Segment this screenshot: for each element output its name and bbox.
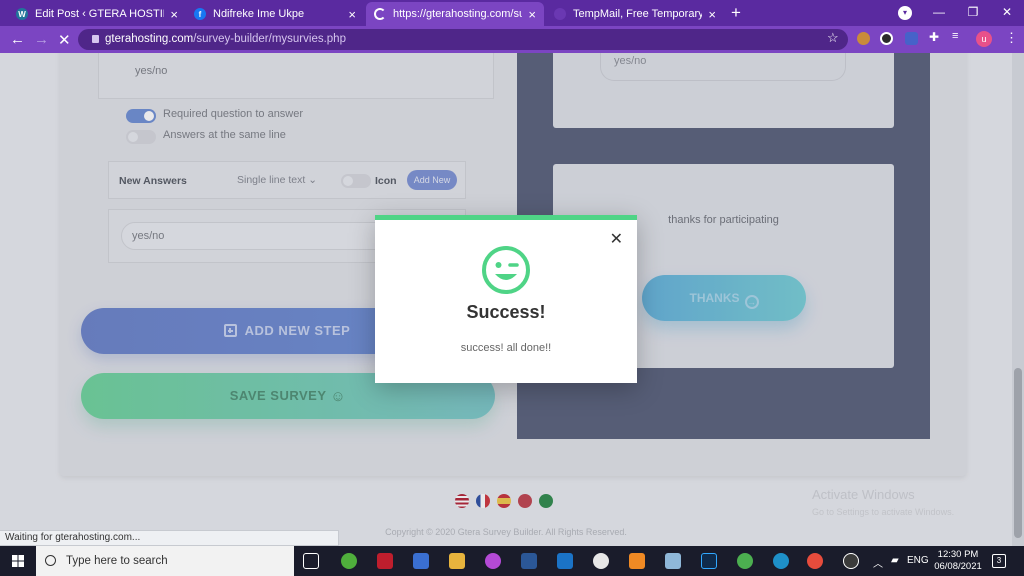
clock[interactable]: 12:30 PM 06/08/2021 [930, 549, 986, 573]
toolbar: ← → ✕ gterahosting.com/survey-builder/my… [0, 26, 1024, 53]
tab-title: Ndifreke Ime Ukpe [213, 8, 305, 20]
loading-icon [374, 8, 386, 20]
notification-center-icon[interactable]: 3 [992, 554, 1006, 568]
clock-date: 06/08/2021 [934, 561, 982, 572]
tempmail-icon [554, 8, 566, 20]
modal-title: Success! [466, 302, 546, 322]
tab-title: Edit Post ‹ GTERA HOSTING — W [35, 8, 164, 20]
app-disc-icon[interactable] [593, 553, 609, 569]
mail-icon[interactable] [557, 553, 573, 569]
close-window-button[interactable]: ✕ [990, 0, 1024, 26]
close-icon[interactable]: × [170, 7, 178, 22]
profile-avatar[interactable]: u [976, 31, 992, 47]
window-controls: — ❐ ✕ [922, 0, 1024, 26]
wordpress-icon: W [16, 8, 28, 20]
chrome-icon[interactable] [737, 553, 753, 569]
minimize-button[interactable]: — [922, 0, 956, 26]
tab-title: https://gterahosting.com/survey [393, 8, 523, 20]
tab-facebook[interactable]: f Ndifreke Ime Ukpe × [186, 2, 364, 26]
tab-title: TempMail, Free Temporary Mail A [573, 8, 703, 20]
tab-tempmail[interactable]: TempMail, Free Temporary Mail A × [546, 2, 724, 26]
app-drop-icon[interactable] [485, 553, 501, 569]
bookmark-star-icon[interactable]: ☆ [827, 30, 839, 46]
lock-icon [92, 35, 99, 43]
page-scrollbar[interactable] [1012, 53, 1024, 546]
facebook-icon: f [194, 8, 206, 20]
taskbar-search[interactable]: Type here to search [36, 546, 294, 576]
scrollbar-thumb[interactable] [1014, 368, 1022, 538]
task-view-icon[interactable] [303, 553, 319, 569]
word-icon[interactable] [521, 553, 537, 569]
restore-button[interactable]: ❐ [956, 0, 990, 26]
chrome-profile-icon[interactable] [807, 553, 823, 569]
modal-message: success! all done!! [460, 342, 552, 354]
back-button[interactable]: ← [10, 31, 25, 48]
extensions-puzzle-icon[interactable]: ✚ [929, 30, 942, 44]
app-green-icon[interactable] [341, 553, 357, 569]
store-icon[interactable] [413, 553, 429, 569]
vlc-icon[interactable] [629, 553, 645, 569]
stop-button[interactable]: ✕ [58, 31, 71, 49]
forward-button[interactable]: → [34, 31, 49, 48]
obs-icon[interactable] [843, 553, 859, 569]
windows-start-icon[interactable] [0, 546, 36, 576]
close-icon[interactable]: × [708, 7, 716, 22]
url-path: /survey-builder/mysurvies.php [193, 33, 346, 45]
reading-list-icon[interactable]: ≡ [952, 30, 965, 43]
loading-status: Waiting for gterahosting.com... [0, 530, 339, 546]
new-tab-button[interactable]: + [731, 3, 741, 23]
extension-tag-icon[interactable] [905, 32, 918, 45]
edge-icon[interactable] [773, 553, 789, 569]
extension-cookie-icon[interactable] [857, 32, 870, 45]
close-icon[interactable]: ✕ [610, 232, 623, 248]
language-indicator[interactable]: ENG [907, 555, 929, 566]
filezilla-icon[interactable] [377, 553, 393, 569]
file-explorer-icon[interactable] [449, 553, 465, 569]
clock-time: 12:30 PM [937, 549, 979, 560]
search-placeholder: Type here to search [66, 555, 168, 567]
winking-smile-icon [482, 246, 530, 294]
tab-search-icon[interactable]: ▾ [898, 6, 912, 20]
menu-kebab-icon[interactable]: ⋮ [1005, 30, 1018, 46]
search-icon [45, 555, 56, 566]
close-icon[interactable]: × [528, 7, 536, 22]
network-icon[interactable]: ▰ [891, 555, 899, 566]
address-bar[interactable]: gterahosting.com/survey-builder/mysurvie… [78, 29, 848, 50]
windows-taskbar: Type here to search ︿ ▰ ENG 12:30 PM 06/… [0, 546, 1024, 576]
chevron-up-icon[interactable]: ︿ [873, 555, 883, 570]
app-book-icon[interactable] [665, 553, 681, 569]
url-host: gterahosting.com [105, 33, 194, 45]
tab-strip: W Edit Post ‹ GTERA HOSTING — W × f Ndif… [0, 0, 1024, 26]
extension-hat-icon[interactable] [880, 32, 893, 45]
tab-survey-builder[interactable]: https://gterahosting.com/survey × [366, 2, 544, 26]
tab-edit-post[interactable]: W Edit Post ‹ GTERA HOSTING — W × [8, 2, 186, 26]
photoshop-icon[interactable] [701, 553, 717, 569]
success-modal: ✕ Success! success! all done!! [375, 215, 637, 383]
close-icon[interactable]: × [348, 7, 356, 22]
